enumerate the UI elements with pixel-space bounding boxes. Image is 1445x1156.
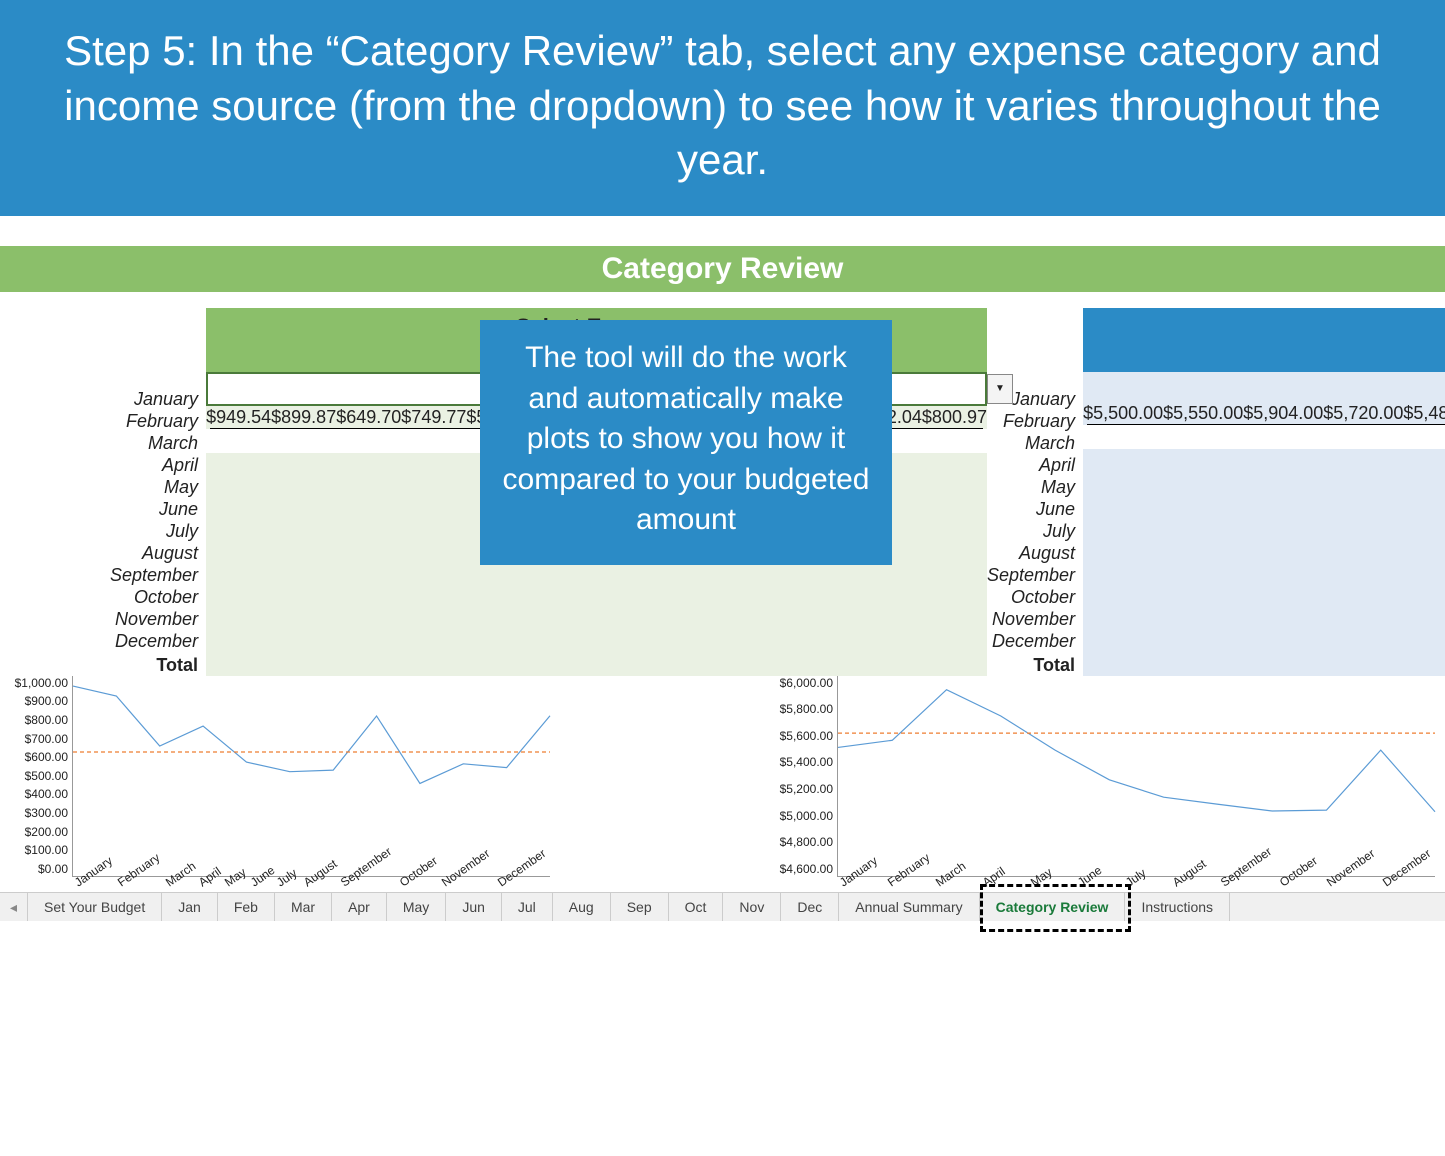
month-label: October xyxy=(110,586,198,608)
month-label: January xyxy=(110,388,198,410)
income-chart: $6,000.00$5,800.00$5,600.00$5,400.00$5,2… xyxy=(775,676,1435,916)
income-table: JanuaryFebruaryMarchAprilMayJuneJulyAugu… xyxy=(987,308,1445,676)
expense-chart: $1,000.00$900.00$800.00$700.00$600.00$50… xyxy=(10,676,550,916)
sheet-tab-jul[interactable]: Jul xyxy=(502,893,553,921)
value-cell: $899.87 xyxy=(271,407,336,427)
tab-scroll-left[interactable]: ◂ xyxy=(0,893,28,921)
month-label: May xyxy=(987,476,1075,498)
sheet-tab-oct[interactable]: Oct xyxy=(669,893,724,921)
charts-row: $1,000.00$900.00$800.00$700.00$600.00$50… xyxy=(0,676,1445,916)
sheet-tab-feb[interactable]: Feb xyxy=(218,893,275,921)
value-cell: $5,720.00 xyxy=(1323,403,1403,423)
month-label: February xyxy=(110,410,198,432)
income-header: Select IncomeCategory: xyxy=(1083,308,1445,372)
month-label: July xyxy=(110,520,198,542)
month-label: September xyxy=(110,564,198,586)
month-label: March xyxy=(110,432,198,454)
month-label: December xyxy=(110,630,198,652)
value-cell: $749.77 xyxy=(401,407,466,427)
month-label: March xyxy=(987,432,1075,454)
month-label: June xyxy=(987,498,1075,520)
sheet-tab-jun[interactable]: Jun xyxy=(446,893,502,921)
sheet-tab-mar[interactable]: Mar xyxy=(275,893,332,921)
value-cell: $800.97 xyxy=(922,407,987,427)
sheet-title-bar: Category Review xyxy=(0,246,1445,292)
total-label: Total xyxy=(110,652,198,676)
month-label: August xyxy=(110,542,198,564)
value-cell: $949.54 xyxy=(206,407,271,427)
sheet-tab-apr[interactable]: Apr xyxy=(332,893,387,921)
sheet-tab-may[interactable]: May xyxy=(387,893,446,921)
callout-box: The tool will do the work and automatica… xyxy=(480,320,892,565)
month-label: November xyxy=(110,608,198,630)
sheet-tab-set-your-budget[interactable]: Set Your Budget xyxy=(28,893,162,921)
month-label: December xyxy=(987,630,1075,652)
sheet-tab-instructions[interactable]: Instructions xyxy=(1125,893,1230,921)
sheet-tab-bar: ◂ Set Your BudgetJanFebMarAprMayJunJulAu… xyxy=(0,892,1445,921)
sheet-tab-jan[interactable]: Jan xyxy=(162,893,218,921)
value-cell: $5,481.00 xyxy=(1403,403,1445,423)
month-label: November xyxy=(987,608,1075,630)
value-cell: $5,500.00 xyxy=(1083,403,1163,423)
month-label: February xyxy=(987,410,1075,432)
income-dropdown[interactable]: Total Monthly Income xyxy=(1083,372,1445,402)
month-label: April xyxy=(110,454,198,476)
sheet-tab-aug[interactable]: Aug xyxy=(553,893,611,921)
sheet-tab-sep[interactable]: Sep xyxy=(611,893,669,921)
value-cell: $5,550.00 xyxy=(1163,403,1243,423)
total-label: Total xyxy=(987,652,1075,676)
month-label: April xyxy=(987,454,1075,476)
month-label: September xyxy=(987,564,1075,586)
step-banner: Step 5: In the “Category Review” tab, se… xyxy=(0,0,1445,216)
month-label: May xyxy=(110,476,198,498)
month-label: June xyxy=(110,498,198,520)
month-label: October xyxy=(987,586,1075,608)
chevron-down-icon[interactable]: ▼ xyxy=(987,374,1013,404)
month-label: July xyxy=(987,520,1075,542)
income-total: $64,329.00 xyxy=(1083,425,1445,449)
sheet-tab-category-review[interactable]: Category Review xyxy=(980,893,1126,921)
month-label: August xyxy=(987,542,1075,564)
value-cell: $649.70 xyxy=(336,407,401,427)
sheet-tab-annual-summary[interactable]: Annual Summary xyxy=(839,893,979,921)
value-cell: $5,904.00 xyxy=(1243,403,1323,423)
sheet-tab-nov[interactable]: Nov xyxy=(723,893,781,921)
sheet-tab-dec[interactable]: Dec xyxy=(781,893,839,921)
